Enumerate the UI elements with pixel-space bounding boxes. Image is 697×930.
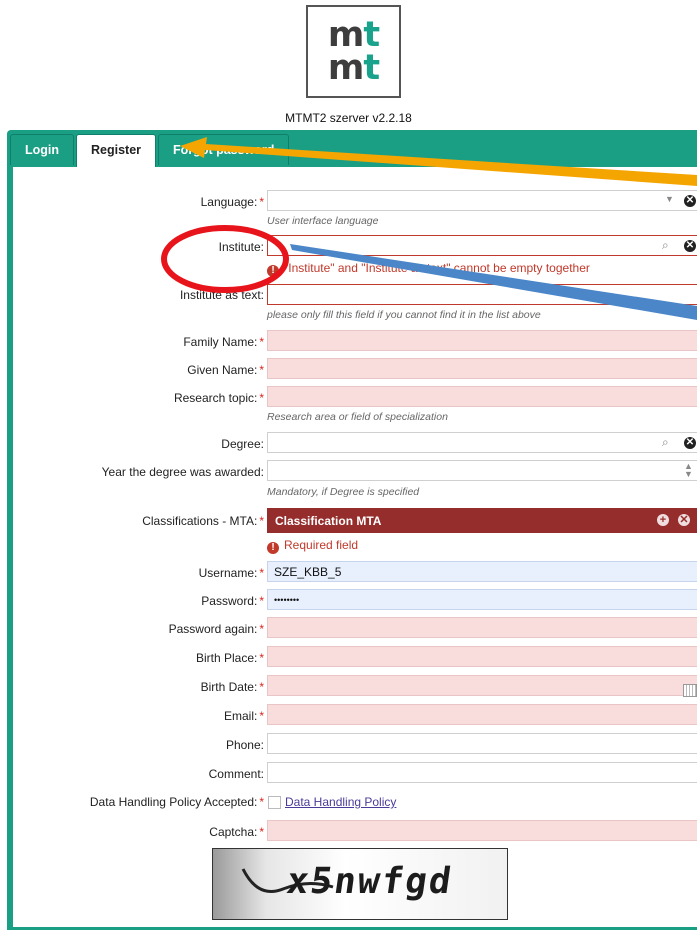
birth-date-label: Birth Date: * [200, 680, 264, 694]
given-name-input[interactable] [267, 358, 697, 379]
institute-label: Institute: [218, 240, 264, 254]
password-label: Password: * [201, 594, 264, 608]
phone-label: Phone: [225, 738, 264, 752]
clear-icon[interactable]: ✕ [678, 514, 690, 526]
language-select[interactable]: ▼ ✕ [267, 190, 697, 211]
institute-text-label: Institute as text: [179, 288, 264, 302]
error-icon: ! [267, 542, 279, 554]
captcha-text: x5nwfgd [284, 861, 456, 902]
password-input[interactable]: •••••••• [267, 589, 697, 610]
degree-input[interactable]: ⌕ ✕ [267, 432, 697, 453]
dropdown-icon[interactable]: ▼ [665, 194, 674, 204]
policy-label: Data Handling Policy Accepted: * [89, 795, 264, 809]
email-label: Email: * [223, 709, 264, 723]
tab-register[interactable]: Register [76, 134, 157, 168]
family-name-label: Family Name: * [183, 335, 264, 349]
comment-label: Comment: [208, 767, 264, 781]
clear-icon[interactable]: ✕ [684, 437, 696, 449]
logo-line-2: mt [327, 47, 380, 88]
tab-forgot-password[interactable]: Forgot password [158, 134, 290, 165]
degree-year-label: Year the degree was awarded: [101, 465, 264, 479]
username-value: SZE_KBB_5 [274, 565, 342, 579]
degree-label: Degree: [221, 437, 264, 451]
family-name-input[interactable] [267, 330, 697, 351]
language-hint: User interface language [267, 215, 379, 227]
captcha-image: x5nwfgd [212, 848, 508, 920]
spinner-icon[interactable]: ▲ ▼ [684, 462, 693, 479]
password-value: •••••••• [274, 595, 300, 605]
given-name-label: Given Name: * [187, 363, 264, 377]
captcha-label: Captcha: * [209, 825, 264, 839]
search-icon[interactable]: ⌕ [662, 238, 669, 253]
institute-text-input[interactable] [267, 284, 697, 305]
degree-year-input[interactable]: ▲ ▼ [267, 460, 697, 481]
degree-year-hint: Mandatory, if Degree is specified [267, 486, 420, 498]
username-input[interactable]: SZE_KBB_5 [267, 561, 697, 582]
clear-icon[interactable]: ✕ [684, 195, 696, 207]
policy-checkbox[interactable] [268, 796, 281, 809]
comment-input[interactable] [267, 762, 697, 783]
research-topic-hint: Research area or field of specialization [267, 411, 448, 423]
policy-link[interactable]: Data Handling Policy [285, 795, 396, 809]
birth-place-input[interactable] [267, 646, 697, 667]
captcha-input[interactable] [267, 820, 697, 841]
error-icon: ! [267, 265, 279, 277]
server-version: MTMT2 szerver v2.2.18 [285, 111, 412, 125]
research-topic-input[interactable] [267, 386, 697, 407]
password-again-input[interactable] [267, 617, 697, 638]
password-again-label: Password again: * [168, 622, 264, 636]
phone-input[interactable] [267, 733, 697, 754]
language-label: Language: * [200, 195, 264, 209]
classifications-label: Classifications - MTA: * [142, 514, 264, 528]
institute-text-hint: please only fill this field if you canno… [267, 309, 541, 321]
clear-icon[interactable]: ✕ [684, 240, 696, 252]
add-icon[interactable]: + [657, 514, 669, 526]
mtmt-logo: mt mt [306, 5, 401, 98]
classification-error: ! Required field [267, 538, 358, 554]
institute-error: ! "Institute" and "Institute as text" can… [267, 261, 590, 277]
classification-value: Classification MTA [275, 514, 382, 528]
birth-date-input[interactable] [267, 675, 697, 696]
institute-input[interactable]: ⌕ ✕ [267, 235, 697, 256]
tab-login[interactable]: Login [10, 134, 75, 165]
tab-bar: Login Register Forgot password [10, 134, 291, 168]
birth-place-label: Birth Place: * [195, 651, 264, 665]
email-input[interactable] [267, 704, 697, 725]
username-label: Username: * [198, 566, 264, 580]
research-topic-label: Research topic: * [173, 391, 264, 405]
search-icon[interactable]: ⌕ [662, 435, 669, 450]
calendar-icon[interactable] [683, 684, 697, 697]
classification-mta-field[interactable]: Classification MTA + ✕ [267, 508, 697, 533]
